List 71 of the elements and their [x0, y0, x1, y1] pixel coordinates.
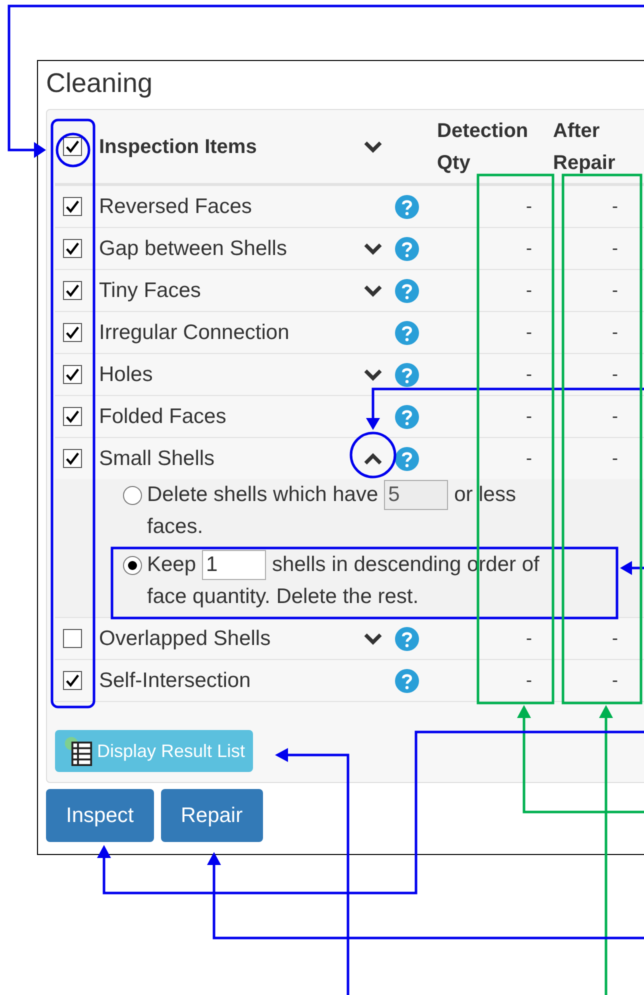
detection-qty: - — [526, 363, 532, 386]
help-icon[interactable] — [395, 194, 419, 218]
checkbox[interactable] — [63, 407, 82, 426]
help-icon[interactable] — [395, 236, 419, 260]
checkbox[interactable] — [63, 281, 82, 300]
expand-chevron-icon[interactable] — [363, 242, 383, 255]
option-text: or less — [454, 482, 516, 508]
highlight-circle — [350, 432, 396, 478]
item-label: Holes — [99, 362, 154, 388]
detection-qty: - — [526, 279, 532, 302]
item-label: Overlapped Shells — [99, 626, 272, 652]
item-label: Tiny Faces — [99, 278, 202, 304]
help-icon[interactable] — [395, 626, 419, 650]
detection-qty: - — [526, 627, 532, 650]
count-field[interactable]: 5 — [384, 480, 448, 510]
expand-chevron-icon[interactable] — [363, 368, 383, 381]
action-button[interactable]: Inspect — [46, 789, 154, 842]
after-repair-qty: - — [612, 321, 618, 344]
expand-chevron-icon[interactable] — [363, 140, 383, 153]
checkbox[interactable] — [63, 323, 82, 342]
checkbox[interactable] — [63, 365, 82, 384]
column-header: After Repair — [553, 118, 616, 176]
spreadsheet-icon — [63, 735, 93, 767]
help-icon[interactable] — [395, 404, 419, 428]
after-repair-qty: - — [612, 195, 618, 218]
option-text: Delete shells which have — [147, 482, 378, 508]
help-icon[interactable] — [395, 668, 419, 692]
checkbox[interactable] — [63, 197, 82, 216]
expand-chevron-icon[interactable] — [363, 284, 383, 297]
radio-button[interactable] — [123, 486, 142, 505]
expand-chevron-icon[interactable] — [363, 632, 383, 645]
radio-button[interactable] — [123, 556, 142, 575]
item-label: Gap between Shells — [99, 236, 288, 262]
item-label: Irregular Connection — [99, 320, 290, 346]
detection-qty: - — [526, 321, 532, 344]
after-repair-qty: - — [612, 669, 618, 692]
option-text: Keep — [147, 552, 196, 578]
detection-qty: - — [526, 447, 532, 470]
option-text: face quantity. Delete the rest. — [147, 584, 419, 610]
item-label: Reversed Faces — [99, 194, 253, 220]
detection-qty: - — [526, 669, 532, 692]
action-button[interactable]: Repair — [160, 789, 263, 842]
column-header: Detection Qty — [437, 118, 530, 176]
help-icon[interactable] — [395, 320, 419, 344]
item-label: Folded Faces — [99, 404, 228, 430]
leader-line — [620, 561, 644, 575]
detection-qty: - — [526, 195, 532, 218]
checkbox[interactable] — [63, 629, 82, 648]
help-icon[interactable] — [395, 278, 419, 302]
checkbox[interactable] — [63, 671, 82, 690]
after-repair-qty: - — [612, 447, 618, 470]
after-repair-qty: - — [612, 279, 618, 302]
help-icon[interactable] — [395, 446, 419, 470]
option-text: faces. — [147, 514, 204, 540]
after-repair-qty: - — [612, 363, 618, 386]
after-repair-qty: - — [612, 627, 618, 650]
after-repair-qty: - — [612, 405, 618, 428]
detection-qty: - — [526, 405, 532, 428]
highlight-circle — [56, 132, 90, 168]
collapse-chevron-icon[interactable] — [363, 452, 383, 465]
help-icon[interactable] — [395, 362, 419, 386]
detection-qty: - — [526, 237, 532, 260]
after-repair-qty: - — [612, 237, 618, 260]
count-field[interactable]: 1 — [202, 550, 266, 580]
checkbox[interactable] — [63, 137, 82, 156]
panel-title: Cleaning — [46, 67, 154, 100]
item-label: Small Shells — [99, 446, 216, 472]
column-header: Inspection Items — [99, 134, 258, 160]
item-label: Self-Intersection — [99, 668, 252, 694]
checkbox[interactable] — [63, 239, 82, 258]
checkbox[interactable] — [63, 449, 82, 468]
